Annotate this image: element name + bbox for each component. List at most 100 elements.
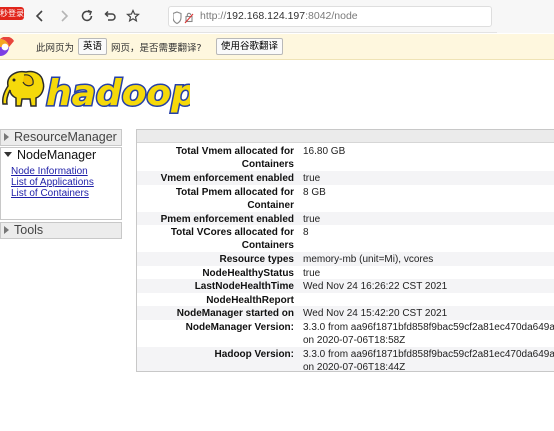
back-button[interactable] (30, 6, 50, 26)
row-key-line: Total Pmem allocated for (175, 186, 294, 198)
shield-icon (172, 11, 194, 25)
nav-nodemanager: NodeManager Node Information List of App… (0, 147, 122, 220)
row-key: Total Pmem allocated for Container (139, 186, 294, 212)
security-info[interactable] (172, 10, 195, 25)
row-value-line: 16.80 GB (303, 146, 346, 157)
row-key-line: Containers (241, 240, 294, 251)
url-prefix: http:// (200, 10, 227, 22)
nav-tools-label: Tools (14, 223, 44, 237)
hadoop-logo[interactable]: hadoop (0, 66, 198, 116)
table-row: NodeHealthReport (137, 293, 554, 307)
table-row: Total Pmem allocated for Container 8 GB (137, 185, 554, 212)
row-value-line: on 2020-07-06T18:44Z (303, 361, 406, 372)
table-row: Resource types memory-mb (unit=Mi), vcore… (137, 252, 554, 266)
row-value-line: 3.3.0 from aa96f1871bfd858f9bac59cf2a81e… (303, 321, 554, 333)
table-row: Pmem enforcement enabled true (137, 211, 554, 226)
table-row: Total VCores allocated for Containers 8 (137, 225, 554, 252)
toolbar-extension-area (497, 0, 554, 33)
translate-question: 网页，是否需要翻译? (111, 43, 202, 54)
row-value: 8 (303, 226, 554, 239)
row-value-line: on 2020-07-06T18:58Z (303, 334, 406, 346)
table-row: NodeManager started on Wed Nov 24 15:42:2… (137, 306, 554, 320)
forward-button[interactable] (54, 6, 74, 26)
row-value-line: true (303, 173, 321, 184)
row-key: NodeHealthyStatus (139, 267, 294, 280)
row-key-line: NodeHealthReport (206, 294, 294, 306)
url-host: 192.168.124.197 (226, 10, 306, 22)
row-value-line: 3.3.0 from aa96f1871bfd858f9bac59cf2a81e… (303, 348, 554, 360)
row-value-line: memory-mb (unit=Mi), vcores (303, 254, 434, 265)
translate-prefix: 此网页为 (36, 43, 75, 54)
login-badge[interactable]: 秒登录 (0, 7, 24, 20)
row-key: NodeHealthReport (139, 294, 294, 307)
nav-nodemanager-header[interactable]: NodeManager (1, 148, 121, 163)
link-list-of-containers[interactable]: List of Containers (11, 188, 121, 199)
nav-resourcemanager-header[interactable]: ResourceManager (1, 130, 121, 145)
table-row: LastNodeHealthTime Wed Nov 24 16:26:22 CS… (137, 279, 554, 293)
nav-resourcemanager[interactable]: ResourceManager (0, 129, 122, 146)
row-key-line: Total Vmem allocated for (175, 146, 294, 157)
reload-button[interactable] (77, 6, 97, 26)
row-key: Pmem enforcement enabled (139, 213, 294, 226)
row-value: true (303, 267, 554, 280)
nav-resourcemanager-label: ResourceManager (14, 130, 117, 144)
table-row: NodeHealthyStatus true (137, 266, 554, 280)
row-key: Total Vmem allocated for Containers (139, 145, 294, 171)
collapsed-arrow-icon (4, 225, 9, 234)
row-key: LastNodeHealthTime (139, 280, 294, 293)
table-header (137, 130, 554, 143)
expanded-arrow-icon (4, 152, 12, 158)
row-value-line: Wed Nov 24 16:26:22 CST 2021 (303, 281, 448, 292)
link-node-information[interactable]: Node Information (11, 166, 121, 177)
translate-bar: 此网页为 英语 网页，是否需要翻译? 使用谷歌翻译 (0, 34, 554, 60)
row-key: Resource types (139, 253, 294, 266)
row-key-line: Container (247, 199, 294, 211)
row-key: Total VCores allocated for Containers (139, 226, 294, 252)
row-key: NodeManager started on (139, 307, 294, 320)
collapsed-arrow-icon (4, 132, 9, 141)
row-key-line: Containers (241, 159, 294, 170)
browser-toolbar: 秒登录 http://192.168.124.197:8042/node (0, 0, 554, 33)
table-row: NodeManager Version: 3.3.0 from aa96f1871… (137, 320, 554, 347)
row-value: Wed Nov 24 15:42:20 CST 2021 (303, 307, 554, 320)
row-key-line: Hadoop Version: (214, 348, 294, 360)
row-key-line: NodeManager Version: (185, 321, 294, 333)
hadoop-wordmark: hadoop (46, 73, 190, 114)
row-value: 16.80 GB (303, 145, 554, 158)
table-body: Total Vmem allocated for Containers 16.80 … (137, 144, 554, 372)
back-arrow-icon (35, 10, 43, 22)
forward-arrow-icon (61, 10, 69, 22)
nav-nodemanager-label: NodeManager (17, 148, 97, 162)
row-key: Vmem enforcement enabled (139, 172, 294, 185)
row-value: 3.3.0 from aa96f1871bfd858f9bac59cf2a81e… (303, 348, 554, 372)
nodemanager-links: Node Information List of Applications Li… (1, 163, 121, 205)
row-key-line: Pmem enforcement enabled (160, 213, 294, 225)
nav-tools[interactable]: Tools (0, 222, 122, 239)
google-translate-button[interactable]: 使用谷歌翻译 (216, 38, 284, 55)
link-list-of-applications[interactable]: List of Applications (11, 177, 121, 188)
row-key-line: Vmem enforcement enabled (160, 173, 294, 184)
row-key: NodeManager Version: (139, 321, 294, 334)
star-icon (126, 9, 140, 23)
undo-close-button[interactable] (100, 6, 120, 26)
favorite-button[interactable] (123, 6, 143, 26)
url-path: :8042/node (305, 10, 358, 22)
row-value: 8 GB (303, 186, 554, 199)
row-value-line: 8 GB (303, 186, 326, 198)
row-value: 3.3.0 from aa96f1871bfd858f9bac59cf2a81e… (303, 321, 554, 347)
row-value: Wed Nov 24 16:26:22 CST 2021 (303, 280, 554, 293)
row-key-line: Total VCores allocated for (170, 227, 294, 238)
table-row: Total Vmem allocated for Containers 16.80 … (137, 144, 554, 171)
row-value: memory-mb (unit=Mi), vcores (303, 253, 554, 266)
nav-tools-header[interactable]: Tools (1, 223, 121, 238)
row-value-line: true (303, 213, 321, 225)
browser-logo-icon (0, 36, 18, 57)
node-information-table: Total Vmem allocated for Containers 16.80 … (136, 129, 554, 372)
url-text[interactable]: http://192.168.124.197:8042/node (200, 10, 358, 22)
row-key-line: LastNodeHealthTime (194, 281, 294, 292)
table-row: Vmem enforcement enabled true (137, 171, 554, 185)
row-value-line: 8 (303, 227, 309, 238)
row-key-line: NodeHealthyStatus (202, 267, 294, 279)
language-button[interactable]: 英语 (78, 38, 108, 55)
address-bar[interactable]: http://192.168.124.197:8042/node (168, 6, 492, 27)
